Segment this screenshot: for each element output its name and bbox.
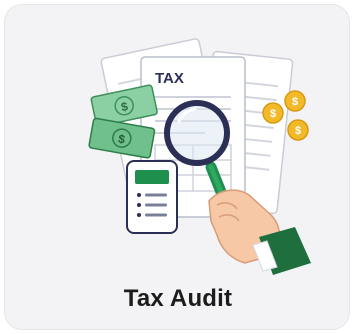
svg-text:$: $ — [270, 108, 276, 120]
card-title: Tax Audit — [123, 285, 233, 312]
svg-text:$: $ — [292, 96, 298, 108]
calculator-icon — [126, 160, 178, 234]
document-heading: TAX — [155, 70, 184, 87]
svg-text:$: $ — [295, 125, 301, 137]
tax-audit-illustration-icon: TAX $ $ $ $ $ — [88, 38, 311, 275]
tax-audit-card[interactable]: TAX $ $ $ $ $ Tax Audit — [4, 4, 350, 330]
